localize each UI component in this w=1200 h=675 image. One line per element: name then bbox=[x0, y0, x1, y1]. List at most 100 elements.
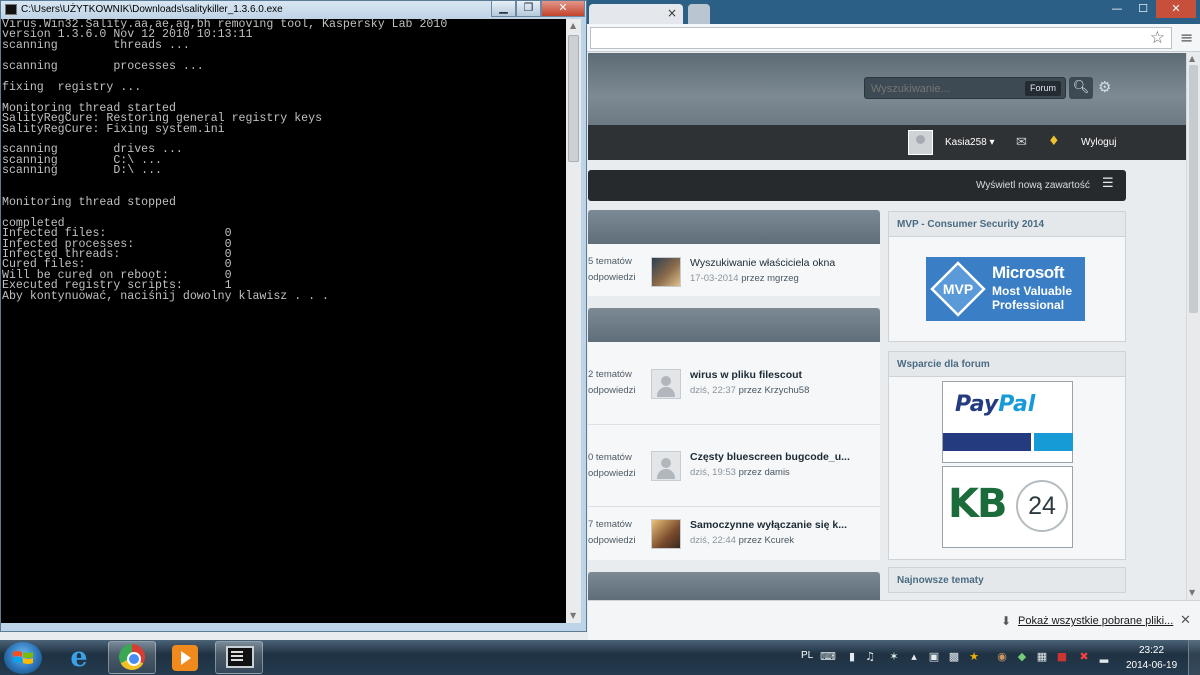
topic-meta: 17-03-2014 przez mgrzeg bbox=[690, 273, 799, 284]
clock-date[interactable]: 2014-06-19 bbox=[1126, 660, 1177, 671]
browser-tab-active[interactable]: × bbox=[589, 4, 683, 24]
topic-title-link[interactable]: Częsty bluescreen bugcode_u... bbox=[690, 451, 850, 463]
search-scope-label[interactable]: Forum bbox=[1024, 81, 1061, 96]
reply-count: odpowiedzi bbox=[588, 535, 636, 546]
category-header bbox=[588, 210, 880, 244]
browser-menu-icon[interactable]: ≡ bbox=[1180, 28, 1194, 48]
bell-icon[interactable]: ♦ bbox=[1048, 134, 1060, 149]
topic-count: 7 tematów bbox=[588, 519, 632, 530]
username-menu[interactable]: Kasia258 ▾ bbox=[945, 137, 995, 148]
topic-meta: dziś, 19:53 przez damis bbox=[690, 467, 790, 478]
bluetooth-icon[interactable]: ✶ bbox=[888, 651, 900, 663]
avatar[interactable] bbox=[651, 369, 681, 399]
topic-author[interactable]: przez Krzychu58 bbox=[739, 385, 810, 396]
paypal-donate-button[interactable]: PayPal bbox=[942, 381, 1073, 463]
paypal-bar bbox=[943, 433, 1031, 451]
browser-minimize-icon[interactable]: — bbox=[1104, 0, 1130, 18]
browser-close-icon[interactable]: ✕ bbox=[1156, 0, 1196, 18]
bookmark-star-icon[interactable]: ☆ bbox=[1150, 28, 1165, 48]
signal-icon[interactable]: ▂ bbox=[1098, 651, 1110, 663]
topic-title-link[interactable]: Wyszukiwanie właściciela okna bbox=[690, 257, 835, 269]
mvp-logo-line2: Most Valuable Professional bbox=[992, 284, 1073, 312]
close-button[interactable]: ✕ bbox=[541, 1, 585, 17]
search-button[interactable]: 🔍︎ bbox=[1069, 77, 1093, 99]
reply-count: odpowiedzi bbox=[588, 468, 636, 479]
page-scrollbar[interactable]: ▲ ▼ bbox=[1186, 53, 1200, 600]
avatar[interactable] bbox=[651, 257, 681, 287]
mvp-shield-icon: MVP bbox=[930, 261, 986, 317]
topic-count: 0 tematów bbox=[588, 452, 632, 463]
kb24-banner[interactable]: KB 24 bbox=[942, 466, 1073, 548]
scroll-up-icon[interactable]: ▲ bbox=[570, 21, 576, 30]
mvp-logo[interactable]: MVP Microsoft Most Valuable Professional bbox=[926, 257, 1085, 321]
topic-title-link[interactable]: wirus w pliku filescout bbox=[690, 369, 802, 381]
topic-date: dziś, 22:44 bbox=[690, 535, 736, 546]
logout-link[interactable]: Wyloguj bbox=[1081, 137, 1116, 148]
mail-icon[interactable]: ✉ bbox=[1016, 135, 1027, 150]
avatar[interactable] bbox=[651, 451, 681, 481]
console-scroll-thumb[interactable] bbox=[568, 35, 579, 162]
app-tray-icon[interactable]: ◆ bbox=[1016, 651, 1028, 663]
clock-time[interactable]: 23:22 bbox=[1139, 645, 1164, 656]
maximize-icon: ❐ bbox=[523, 1, 534, 14]
action-center-icon[interactable]: ✖ bbox=[1078, 651, 1090, 663]
app-tray-icon[interactable]: ◉ bbox=[996, 651, 1008, 663]
reply-count: odpowiedzi bbox=[588, 385, 636, 396]
gear-icon[interactable]: ⚙ bbox=[1098, 78, 1111, 96]
volume-icon[interactable]: ♫ bbox=[864, 651, 876, 663]
browser-maximize-icon[interactable]: ☐ bbox=[1130, 0, 1156, 18]
paypal-logo-part2: Pal bbox=[998, 392, 1036, 417]
console-output-text: Virus.Win32.Sality.aa,ae,ag,bh removing … bbox=[2, 18, 448, 303]
keyboard-icon[interactable]: ⌨ bbox=[820, 651, 836, 663]
show-all-downloads-link[interactable]: Pokaż wszystkie pobrane pliki... bbox=[1018, 615, 1173, 627]
monitor-icon[interactable]: ▩ bbox=[948, 651, 960, 663]
topic-author[interactable]: przez damis bbox=[739, 467, 790, 478]
windows-logo-icon bbox=[13, 651, 33, 664]
console-app-icon[interactable] bbox=[5, 4, 17, 15]
star-app-icon[interactable]: ★ bbox=[968, 651, 980, 663]
chrome-icon bbox=[119, 644, 145, 670]
console-window[interactable]: C:\Users\UŻYTKOWNIK\Downloads\salitykill… bbox=[0, 0, 587, 632]
console-icon bbox=[226, 646, 254, 668]
topic-author[interactable]: przez Kcurek bbox=[739, 535, 794, 546]
reply-count: odpowiedzi bbox=[588, 272, 636, 283]
tab-close-icon[interactable]: × bbox=[667, 6, 677, 20]
scroll-down-icon[interactable]: ▼ bbox=[570, 611, 576, 620]
new-tab-button[interactable] bbox=[688, 4, 710, 24]
battery-icon[interactable]: ▮ bbox=[846, 651, 858, 663]
category-header bbox=[588, 572, 880, 600]
address-bar[interactable]: ☆ bbox=[590, 27, 1172, 49]
console-output-area[interactable]: Virus.Win32.Sality.aa,ae,ag,bh removing … bbox=[1, 19, 566, 623]
kb24-logo-letters: KB bbox=[948, 481, 1008, 527]
language-indicator[interactable]: PL bbox=[801, 650, 813, 661]
topic-date: dziś, 19:53 bbox=[690, 467, 736, 478]
topic-date: 17-03-2014 bbox=[690, 273, 739, 284]
close-icon[interactable]: ✕ bbox=[1180, 613, 1191, 628]
page-scroll-thumb[interactable] bbox=[1189, 65, 1198, 313]
close-icon: ✕ bbox=[558, 1, 568, 14]
search-input[interactable] bbox=[871, 81, 1021, 96]
topic-title-link[interactable]: Samoczynne wyłączanie się k... bbox=[690, 519, 847, 531]
row-divider bbox=[588, 506, 880, 507]
avatar[interactable] bbox=[651, 519, 681, 549]
network-icon[interactable]: ▴ bbox=[908, 651, 920, 663]
mvp-shield-text: MVP bbox=[943, 281, 973, 297]
scroll-down-icon[interactable]: ▼ bbox=[1189, 588, 1195, 597]
scroll-up-icon[interactable]: ▲ bbox=[1189, 54, 1195, 63]
list-view-icon[interactable]: ☰ bbox=[1102, 176, 1114, 191]
app-tray-icon[interactable]: ▦ bbox=[1036, 651, 1048, 663]
view-new-content-link[interactable]: Wyświetl nową zawartość bbox=[976, 180, 1090, 191]
console-scrollbar[interactable]: ▲ ▼ bbox=[566, 19, 581, 623]
minimize-button[interactable]: ▁ bbox=[491, 1, 516, 17]
display-icon[interactable]: ▣ bbox=[928, 651, 940, 663]
paypal-logo: PayPal bbox=[955, 392, 1035, 417]
download-icon: ⬇ bbox=[1001, 614, 1012, 628]
paypal-bar bbox=[1034, 433, 1073, 451]
show-desktop-button[interactable] bbox=[1188, 640, 1200, 675]
sidebar-heading-mvp: MVP - Consumer Security 2014 bbox=[888, 211, 1126, 237]
topic-author[interactable]: przez mgrzeg bbox=[741, 273, 799, 284]
antivirus-icon[interactable]: ■ bbox=[1056, 651, 1068, 663]
avatar[interactable] bbox=[908, 130, 933, 155]
maximize-button[interactable]: ❐ bbox=[516, 1, 541, 17]
console-titlebar[interactable]: C:\Users\UŻYTKOWNIK\Downloads\salitykill… bbox=[1, 1, 586, 19]
